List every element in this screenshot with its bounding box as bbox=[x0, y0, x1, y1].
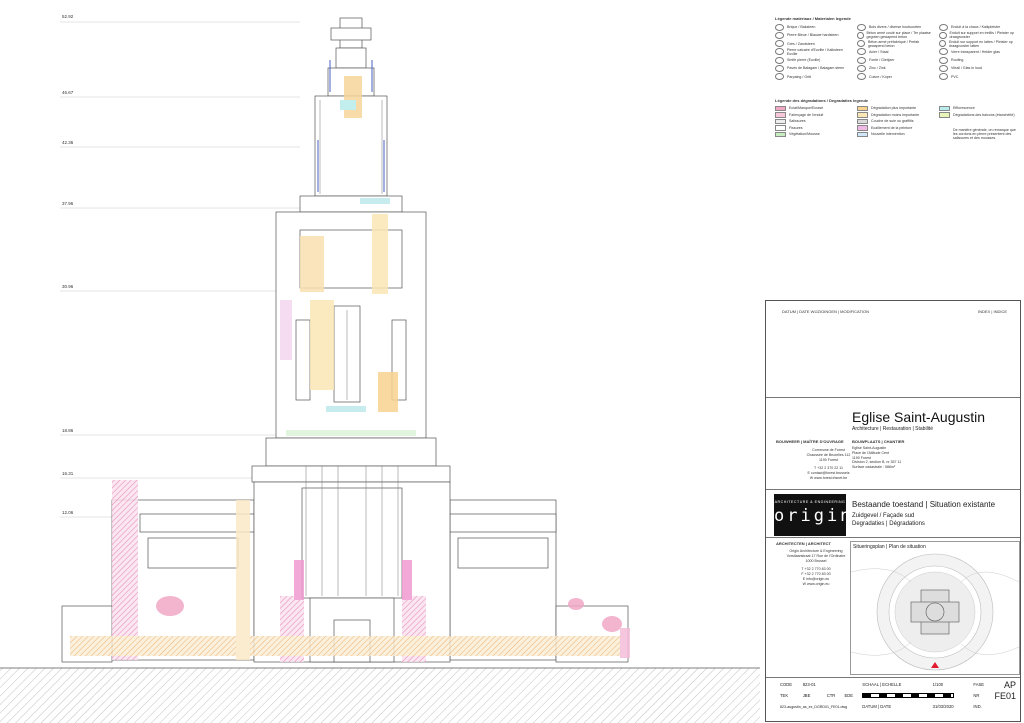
legend-degradation-item: Dégradations des balcons (étanchéité) bbox=[939, 112, 1017, 119]
legend-material-item: Bois divers / diverse houtsoorten bbox=[857, 23, 935, 31]
legend-swatch bbox=[857, 131, 868, 137]
code-value: 823-01 bbox=[802, 682, 816, 687]
schaal-value: 1/100 bbox=[932, 682, 944, 687]
situation-plan-map bbox=[851, 553, 1019, 671]
drawing-subtitle-2: Degradaties | Dégradations bbox=[852, 521, 925, 527]
ground-hatch bbox=[0, 668, 760, 723]
nr-value: FE01 bbox=[994, 690, 1016, 701]
legend-swatch bbox=[775, 118, 786, 124]
owner-label: BOUWHEER | MAÎTRE D'OUVRAGE bbox=[776, 439, 844, 444]
legend-swatch bbox=[857, 125, 868, 131]
schaal-label: SCHAAL | ECHELLE bbox=[862, 682, 902, 687]
legend-material-item: Béton armé coulé sur place / Ter plaatse… bbox=[857, 31, 935, 39]
legend-swatch bbox=[857, 118, 868, 124]
datum-label: DATUM | DATE bbox=[862, 704, 892, 709]
facade-elevation-drawing bbox=[0, 17, 760, 723]
legend-material-item: Pierre calcaire d'Euville / Kalksteen Eu… bbox=[775, 48, 853, 56]
legend-material-item: Pavés de Balagam / Balagam steen bbox=[775, 64, 853, 72]
legend-material-item: Enduit à la chaux / Kalkpleister bbox=[939, 23, 1017, 31]
level-lines bbox=[60, 21, 300, 518]
legend-material-item: Parpaing / Gritt bbox=[775, 73, 853, 81]
legend-material-item: Grès / Zandsteen bbox=[775, 40, 853, 48]
revision-header: DATUM | DATE WIJZIGINGEN | MODIFICATION bbox=[782, 309, 869, 314]
legend-material-item: Vitrail / Glas in lood bbox=[939, 64, 1017, 72]
legend-material-item: Verre transparent / Helder glas bbox=[939, 48, 1017, 56]
legend-material-item: Brique / Baksteen bbox=[775, 23, 853, 31]
legend-material-item: Cuivre / Koper bbox=[857, 73, 935, 81]
legend-degradation-item: Végétation/Mousse bbox=[775, 131, 853, 138]
legend-materials-title: Légende matériaux / Materialen legende bbox=[775, 16, 851, 21]
site-lines: Eglise Saint-Augustin Place de l'Altitude… bbox=[852, 446, 902, 470]
ctr-value: EDE bbox=[844, 693, 854, 698]
legend-material-item: Smith pierre (Euville) bbox=[775, 56, 853, 64]
legend-material-item: Roofing bbox=[939, 56, 1017, 64]
tek-label: TEK bbox=[780, 693, 789, 698]
site-label: BOUWPLAATS | CHANTIER bbox=[852, 439, 905, 444]
legend-degradation-item: Nouvelle intervention bbox=[857, 131, 935, 138]
nr-label: NR bbox=[973, 693, 980, 698]
file-value: 823-augustin_as_ex_DGRD01_FE01.dwg bbox=[780, 704, 848, 709]
fase-label: FASE bbox=[973, 682, 985, 687]
architect-lines: Origin Architecture & Engineering Vorstla… bbox=[786, 549, 846, 586]
owner-block: BOUWHEER | MAÎTRE D'OUVRAGE bbox=[776, 439, 846, 444]
legend-swatch bbox=[939, 112, 950, 118]
degradation-note: De manière générale, on remarque que les… bbox=[953, 128, 1016, 140]
legend-degradations-title: Légende des dégradations / Degradaties l… bbox=[775, 98, 869, 103]
situation-label: Situeringsplan | Plan de situation bbox=[853, 544, 926, 550]
legend-swatch bbox=[857, 112, 868, 118]
legend-material-item: PVC bbox=[939, 73, 1017, 81]
title-block: DATUM | DATE WIJZIGINGEN | MODIFICATION … bbox=[765, 300, 1021, 722]
datum-value: 31/03/2020 bbox=[932, 704, 954, 709]
ind-label: IND. bbox=[973, 704, 982, 709]
project-title: Eglise Saint-Augustin bbox=[852, 409, 986, 425]
legend-swatch bbox=[939, 105, 950, 111]
ctr-label: CTR bbox=[826, 693, 836, 698]
legend-material-item: Enduit sur support en lattes / Pleister … bbox=[939, 40, 1017, 48]
legend-material-item: Enduit sur support en treillis / Pleiste… bbox=[939, 31, 1017, 39]
legend-degradations: Légende des dégradations / Degradaties l… bbox=[775, 98, 1017, 140]
project-subtitle: Architecture | Restauration | Stabilité bbox=[852, 426, 933, 432]
legend-material-item: Zinc / Zink bbox=[857, 64, 935, 72]
drawing-info-table: CODE 823-01 SCHAAL | ECHELLE 1/100 FASE … bbox=[778, 679, 1018, 712]
legend-material-item: Pierre Bleue / Blauwe hardsteen bbox=[775, 31, 853, 39]
legend-swatch bbox=[857, 105, 868, 111]
legend-swatch bbox=[775, 131, 786, 137]
code-label: CODE bbox=[780, 682, 793, 687]
index-label: INDEX | INDICE bbox=[978, 309, 1008, 314]
scale-bar bbox=[862, 693, 955, 698]
legend-material-item: Fonte / Gietijzer bbox=[857, 56, 935, 64]
legend-material-item: Béton armé préfabriqué / Prefab gewapend… bbox=[857, 40, 935, 48]
situation-plan: Situeringsplan | Plan de situation bbox=[850, 541, 1020, 675]
legend-material-item: Acier / Staal bbox=[857, 48, 935, 56]
fase-value: AP bbox=[1003, 679, 1016, 690]
legend-swatch bbox=[775, 105, 786, 111]
legend-swatch bbox=[775, 125, 786, 131]
legend-materials: Légende matériaux / Materialen legende B… bbox=[775, 16, 1017, 81]
drawing-subtitle-1: Zuidgevel / Façade sud bbox=[852, 513, 915, 519]
drawing-title: Bestaande toestand | Situation existante bbox=[852, 500, 996, 509]
legend-swatch bbox=[775, 112, 786, 118]
origin-logo: ARCHITECTURE & ENGINEERING origin bbox=[774, 494, 850, 536]
owner-lines: Commune de Forest Chaussée de Bruxelles 1… bbox=[806, 448, 851, 480]
architect-label: ARCHITECTEN | ARCHITECT bbox=[776, 541, 831, 546]
tek-value: JBE bbox=[802, 693, 811, 698]
